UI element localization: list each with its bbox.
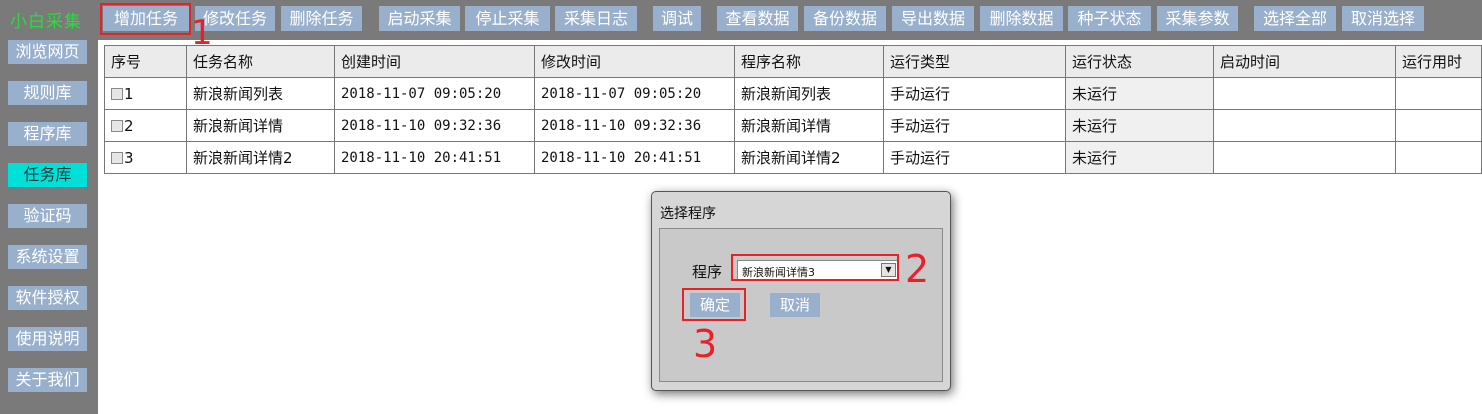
modified-time-cell: 2018-11-07 09:05:20 xyxy=(534,77,735,110)
sidebar-item-tasks[interactable]: 任务库 xyxy=(8,163,87,187)
sidebar-item-help[interactable]: 使用说明 xyxy=(8,327,87,351)
duration-cell xyxy=(1395,109,1482,142)
row-index-cell[interactable]: 3 xyxy=(104,141,187,174)
table-header-row: 序号 任务名称 创建时间 修改时间 程序名称 运行类型 运行状态 启动时间 运行… xyxy=(104,45,1482,78)
task-name-cell: 新浪新闻详情2 xyxy=(186,141,335,174)
start-time-cell xyxy=(1213,109,1396,142)
modified-time-cell: 2018-11-10 09:32:36 xyxy=(534,109,735,142)
view-data-button[interactable]: 查看数据 xyxy=(717,6,798,31)
sidebar: 浏览网页 规则库 程序库 任务库 验证码 系统设置 软件授权 使用说明 关于我们 xyxy=(0,40,98,414)
highlight-confirm xyxy=(682,288,746,321)
row-checkbox[interactable] xyxy=(111,151,123,164)
duration-cell xyxy=(1395,77,1482,110)
row-checkbox[interactable] xyxy=(111,119,123,132)
column-header-created[interactable]: 创建时间 xyxy=(334,45,535,78)
created-time-cell: 2018-11-10 09:32:36 xyxy=(334,109,535,142)
start-crawl-button[interactable]: 启动采集 xyxy=(379,6,460,31)
step-number-1: 1 xyxy=(191,13,213,53)
sidebar-item-captcha[interactable]: 验证码 xyxy=(8,204,87,228)
crawl-params-button[interactable]: 采集参数 xyxy=(1157,6,1238,31)
task-table: 序号 任务名称 创建时间 修改时间 程序名称 运行类型 运行状态 启动时间 运行… xyxy=(104,45,1482,174)
step-number-2: 2 xyxy=(905,247,930,291)
deselect-button[interactable]: 取消选择 xyxy=(1342,6,1424,31)
seed-status-button[interactable]: 种子状态 xyxy=(1068,6,1151,31)
modified-time-cell: 2018-11-10 20:41:51 xyxy=(534,141,735,174)
created-time-cell: 2018-11-10 20:41:51 xyxy=(334,141,535,174)
table-row[interactable]: 1 新浪新闻列表 2018-11-07 09:05:20 2018-11-07 … xyxy=(104,77,1482,110)
duration-cell xyxy=(1395,141,1482,174)
program-label: 程序 xyxy=(692,263,723,281)
column-header-start-time[interactable]: 启动时间 xyxy=(1213,45,1396,78)
debug-button[interactable]: 调试 xyxy=(653,6,701,31)
run-status-cell: 未运行 xyxy=(1065,77,1214,110)
run-status-cell: 未运行 xyxy=(1065,109,1214,142)
step-number-3: 3 xyxy=(693,322,718,366)
row-index: 3 xyxy=(124,148,134,167)
run-type-cell: 手动运行 xyxy=(883,77,1066,110)
start-time-cell xyxy=(1213,77,1396,110)
export-data-button[interactable]: 导出数据 xyxy=(892,6,974,31)
row-index-cell[interactable]: 2 xyxy=(104,109,187,142)
created-time-cell: 2018-11-07 09:05:20 xyxy=(334,77,535,110)
toolbar: 小白采集 增加任务 修改任务 删除任务 启动采集 停止采集 采集日志 调试 查看… xyxy=(0,0,1482,40)
task-name-cell: 新浪新闻详情 xyxy=(186,109,335,142)
task-name-cell: 新浪新闻列表 xyxy=(186,77,335,110)
row-index: 1 xyxy=(124,84,134,103)
row-checkbox[interactable] xyxy=(111,87,123,100)
sidebar-item-settings[interactable]: 系统设置 xyxy=(8,245,87,269)
table-row[interactable]: 2 新浪新闻详情 2018-11-10 09:32:36 2018-11-10 … xyxy=(104,109,1482,142)
row-index: 2 xyxy=(124,116,134,135)
program-name-cell: 新浪新闻详情 xyxy=(734,109,884,142)
highlight-add-task xyxy=(100,3,191,35)
column-header-duration[interactable]: 运行用时 xyxy=(1395,45,1482,78)
dialog-title: 选择程序 xyxy=(660,206,716,222)
run-type-cell: 手动运行 xyxy=(883,141,1066,174)
sidebar-item-license[interactable]: 软件授权 xyxy=(8,286,87,310)
program-name-cell: 新浪新闻列表 xyxy=(734,77,884,110)
sidebar-item-rules[interactable]: 规则库 xyxy=(8,81,87,105)
backup-data-button[interactable]: 备份数据 xyxy=(804,6,886,31)
app-title: 小白采集 xyxy=(10,12,82,32)
run-type-cell: 手动运行 xyxy=(883,109,1066,142)
program-name-cell: 新浪新闻详情2 xyxy=(734,141,884,174)
sidebar-item-programs[interactable]: 程序库 xyxy=(8,122,87,146)
row-index-cell[interactable]: 1 xyxy=(104,77,187,110)
stop-crawl-button[interactable]: 停止采集 xyxy=(465,6,550,31)
column-header-program[interactable]: 程序名称 xyxy=(734,45,884,78)
column-header-index[interactable]: 序号 xyxy=(104,45,187,78)
start-time-cell xyxy=(1213,141,1396,174)
table-row[interactable]: 3 新浪新闻详情2 2018-11-10 20:41:51 2018-11-10… xyxy=(104,141,1482,174)
column-header-run-type[interactable]: 运行类型 xyxy=(883,45,1066,78)
crawl-log-button[interactable]: 采集日志 xyxy=(555,6,637,31)
select-all-button[interactable]: 选择全部 xyxy=(1254,6,1336,31)
highlight-program-select xyxy=(731,254,899,281)
column-header-run-status[interactable]: 运行状态 xyxy=(1065,45,1214,78)
delete-task-button[interactable]: 删除任务 xyxy=(281,6,362,31)
run-status-cell: 未运行 xyxy=(1065,141,1214,174)
delete-data-button[interactable]: 删除数据 xyxy=(980,6,1063,31)
column-header-modified[interactable]: 修改时间 xyxy=(534,45,735,78)
sidebar-item-browse[interactable]: 浏览网页 xyxy=(8,40,87,64)
sidebar-item-about[interactable]: 关于我们 xyxy=(8,368,87,392)
cancel-button[interactable]: 取消 xyxy=(770,293,820,317)
